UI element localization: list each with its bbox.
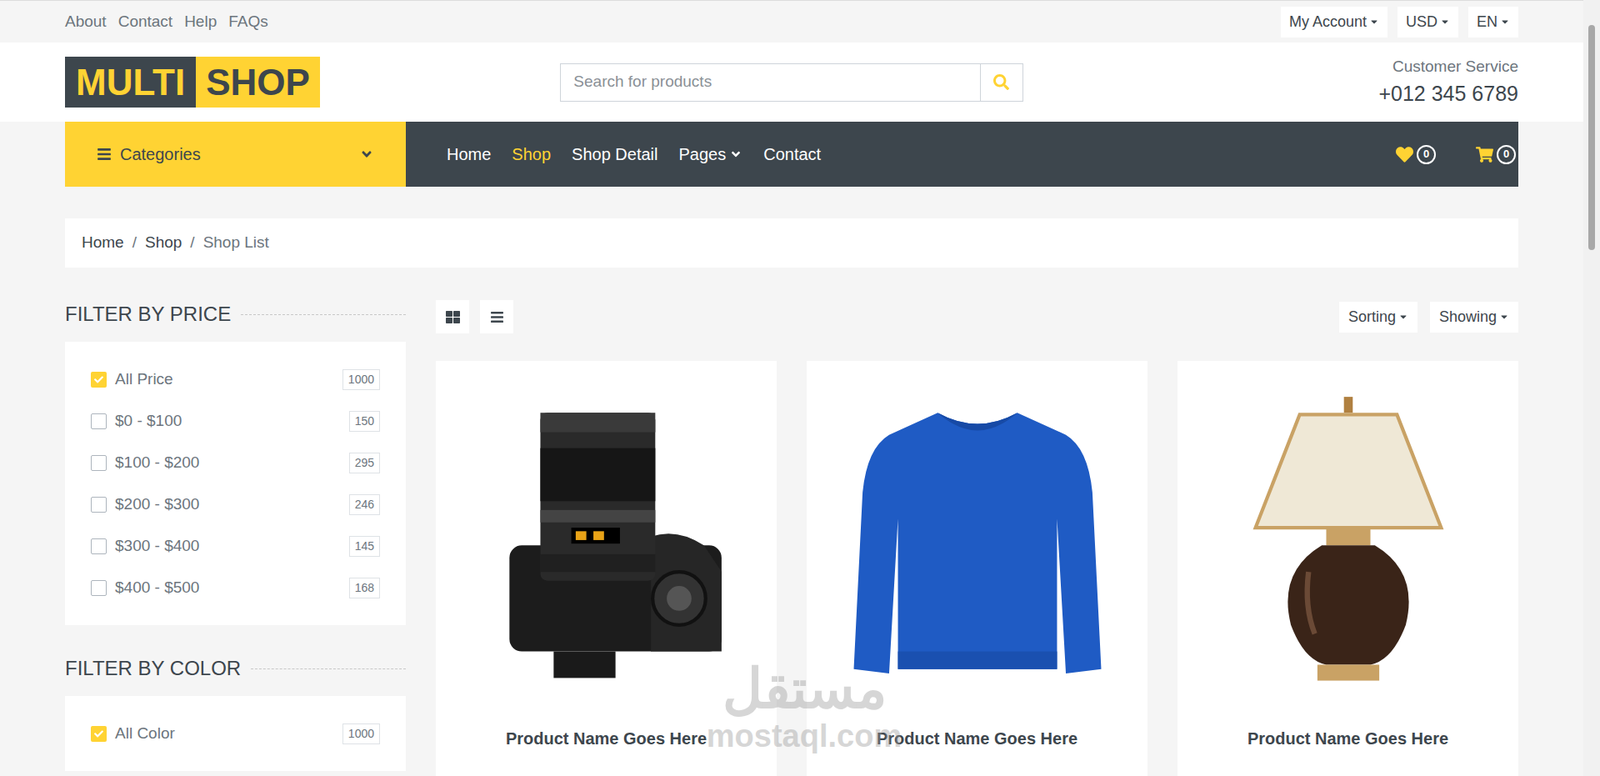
grid-icon	[445, 310, 460, 325]
filter-count: 150	[349, 410, 380, 432]
checkbox[interactable]	[90, 413, 107, 430]
list-icon	[490, 310, 505, 325]
cart-button[interactable]: 0	[1475, 145, 1516, 165]
checkbox[interactable]	[90, 496, 107, 513]
customer-service-label: Customer Service	[1392, 55, 1519, 80]
top-link[interactable]: Contact	[118, 10, 173, 35]
filter-panel: All Color1000	[65, 695, 406, 771]
breadcrumb-separator: /	[132, 230, 137, 255]
breadcrumb-item[interactable]: Home	[81, 230, 125, 255]
filter-count: 168	[349, 577, 380, 599]
scrollbar[interactable]	[1583, 0, 1600, 776]
filter-section: FILTER BY COLOR All Color1000	[65, 654, 406, 771]
page-content: About Contact Help FAQs My Account USD EN MULTI…	[0, 0, 1584, 776]
filter-option[interactable]: $400 - $500168	[90, 575, 380, 600]
filter-count: 295	[349, 452, 380, 474]
page: About Contact Help FAQs My Account USD EN MULTI…	[0, 0, 1600, 776]
cart-icon	[1475, 145, 1494, 164]
cart-count: 0	[1496, 145, 1516, 165]
top-dropdown[interactable]: My Account	[1280, 6, 1388, 38]
breadcrumb-item[interactable]: Shop	[145, 230, 182, 255]
filter-option[interactable]: $300 - $400145	[90, 533, 380, 559]
scrollbar-thumb[interactable]	[1588, 25, 1595, 250]
grid-view-button[interactable]	[435, 300, 470, 334]
product-area: SortingShowingProduct Name Goes HereProd…	[435, 300, 1519, 776]
top-dropdown[interactable]: EN	[1468, 6, 1519, 38]
filter-count: 145	[349, 535, 380, 557]
toolbar: Sorting Showing	[435, 300, 1519, 334]
check-icon	[94, 375, 104, 385]
breadcrumb: Home / Shop / Shop List	[65, 218, 1519, 268]
product-card[interactable]: Product Name Goes Here	[806, 360, 1148, 776]
menu-icon	[96, 146, 112, 162]
checkbox[interactable]	[90, 538, 107, 555]
checkbox[interactable]	[90, 371, 107, 388]
nav-link[interactable]: Shop Detail	[571, 141, 658, 167]
chevron-down-icon	[359, 146, 375, 162]
filter-title: FILTER BY PRICE	[65, 299, 231, 330]
check-icon	[94, 729, 104, 739]
product-name[interactable]: Product Name Goes Here	[1247, 704, 1449, 751]
toolbar-dropdown[interactable]: Sorting	[1339, 301, 1418, 333]
categories-button[interactable]: Categories	[65, 121, 406, 187]
filter-option[interactable]: $0 - $100150	[90, 408, 380, 434]
filter-section: FILTER BY PRICE All Price1000 $0 - $100150…	[65, 300, 406, 625]
product-name[interactable]: Product Name Goes Here	[876, 704, 1078, 751]
checkbox[interactable]	[90, 580, 107, 596]
sweater-image	[844, 395, 1111, 687]
nav-link[interactable]: Contact	[763, 141, 821, 167]
list-view-button[interactable]	[480, 300, 514, 334]
product-name[interactable]: Product Name Goes Here	[505, 704, 707, 751]
watermark: مستقلmostaql.com	[691, 658, 917, 754]
search-icon	[993, 74, 1010, 90]
filter-count: 1000	[342, 723, 380, 745]
wishlist-button[interactable]: 0	[1395, 145, 1436, 165]
filter-option[interactable]: All Color1000	[90, 720, 380, 746]
chevron-down-icon	[729, 147, 743, 161]
search-bar: Search for products	[560, 63, 1023, 102]
header: MULTISHOP Search for products Customer Ser…	[0, 42, 1584, 122]
filter-option[interactable]: $200 - $300246	[90, 491, 380, 517]
search-button[interactable]	[980, 64, 1023, 101]
sidebar: FILTER BY PRICE All Price1000 $0 - $100150…	[65, 300, 406, 771]
breadcrumb-item: Shop List	[203, 230, 270, 255]
nav-bar: Categories Home Shop Shop Detail Pages Contac…	[65, 121, 1519, 187]
caret-icon	[1499, 311, 1510, 322]
search-input[interactable]: Search for products	[560, 64, 980, 101]
shop-body: FILTER BY PRICE All Price1000 $0 - $100150…	[65, 300, 1519, 776]
nav-link[interactable]: Pages	[678, 141, 743, 167]
camera-image	[473, 395, 740, 687]
top-link[interactable]: About	[65, 10, 107, 35]
top-link[interactable]: Help	[184, 10, 217, 35]
logo[interactable]: MULTISHOP	[65, 56, 550, 108]
product-card[interactable]: Product Name Goes Here	[435, 360, 777, 776]
filter-count: 1000	[342, 369, 380, 390]
lamp-image	[1215, 395, 1482, 687]
nav-link[interactable]: Home	[446, 141, 491, 167]
heart-icon	[1395, 145, 1414, 164]
top-bar: About Contact Help FAQs My Account USD EN	[0, 0, 1584, 43]
top-link[interactable]: FAQs	[228, 10, 269, 35]
caret-icon	[1398, 311, 1409, 322]
wishlist-count: 0	[1416, 145, 1436, 165]
toolbar-dropdown[interactable]: Showing	[1430, 301, 1519, 333]
top-dropdown[interactable]: USD	[1397, 6, 1459, 38]
caret-icon	[1440, 16, 1450, 27]
caret-icon	[1369, 16, 1380, 27]
filter-panel: All Price1000 $0 - $100150 $100 - $200295 $…	[65, 341, 406, 625]
nav-link[interactable]: Shop	[511, 141, 551, 167]
filter-option[interactable]: $100 - $200295	[90, 450, 380, 475]
checkbox[interactable]	[90, 455, 107, 471]
customer-service-phone: +012 345 6789	[1378, 78, 1519, 110]
filter-count: 246	[349, 494, 380, 515]
product-card[interactable]: Product Name Goes Here	[1177, 360, 1519, 776]
filter-option[interactable]: All Price1000	[90, 366, 380, 392]
product-grid: Product Name Goes Here Product Name Goes …	[435, 360, 1519, 776]
breadcrumb-separator: /	[190, 230, 195, 255]
filter-title: FILTER BY COLOR	[65, 653, 241, 684]
checkbox[interactable]	[90, 725, 107, 742]
caret-icon	[1500, 16, 1510, 27]
